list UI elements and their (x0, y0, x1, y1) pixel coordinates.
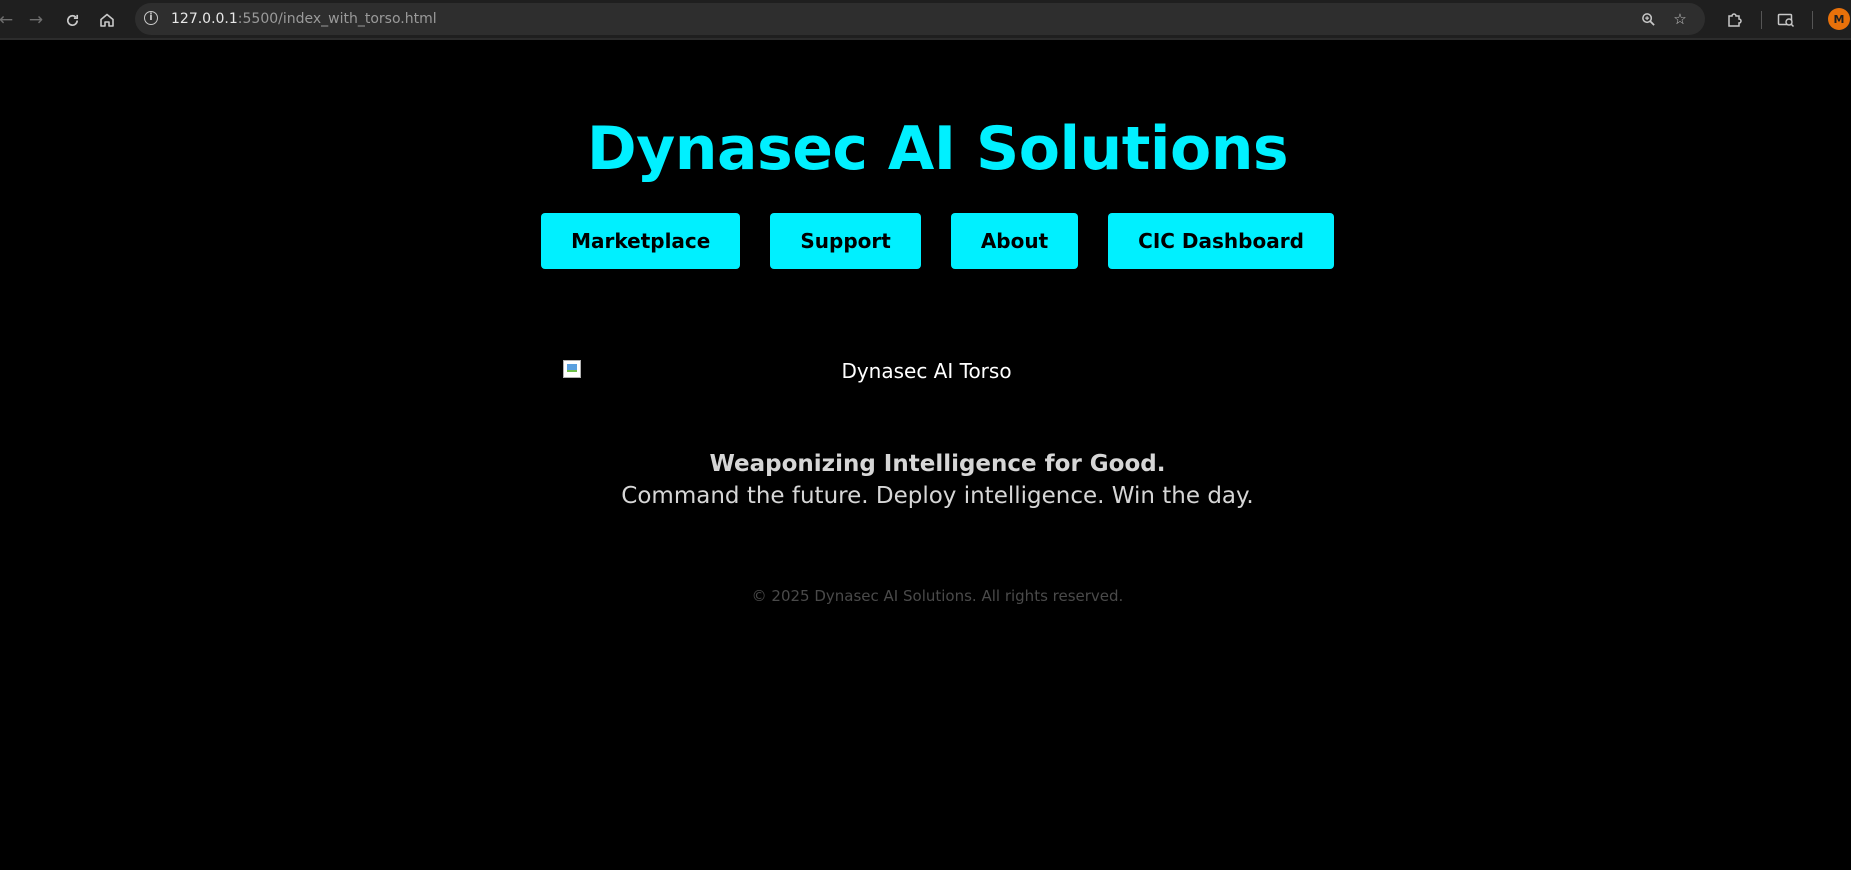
reload-icon[interactable] (60, 8, 84, 32)
media-search-icon[interactable] (1774, 8, 1798, 32)
toolbar-divider (1812, 11, 1813, 29)
star-icon[interactable]: ☆ (1670, 9, 1690, 29)
torso-image-alt: Dynasec AI Torso (841, 359, 1012, 383)
back-icon[interactable]: ← (0, 8, 18, 32)
info-icon[interactable]: i (144, 11, 158, 25)
toolbar-divider (1761, 11, 1762, 29)
puzzle-icon[interactable] (1722, 8, 1746, 32)
url-path: :5500/index_with_torso.html (237, 11, 437, 27)
nav-marketplace-button[interactable]: Marketplace (541, 213, 741, 269)
footer-copyright: © 2025 Dynasec AI Solutions. All rights … (751, 587, 1124, 605)
tagline-headline: Weaponizing Intelligence for Good. (709, 451, 1166, 477)
main-nav: Marketplace Support About CIC Dashboard (0, 213, 1851, 269)
nav-cic-dashboard-button[interactable]: CIC Dashboard (1108, 213, 1334, 269)
url-host: 127.0.0.1 (171, 11, 238, 27)
profile-avatar[interactable]: M (1828, 8, 1850, 30)
home-icon[interactable] (95, 8, 119, 32)
page-body: Dynasec AI Solutions Marketplace Support… (0, 42, 1851, 870)
zoom-icon[interactable] (1638, 9, 1658, 29)
torso-image: Dynasec AI Torso (563, 359, 1290, 389)
browser-toolbar: ← → i 127.0.0.1:5500/index_with_torso.ht… (0, 0, 1851, 40)
address-bar[interactable]: i 127.0.0.1:5500/index_with_torso.html ☆ (135, 3, 1705, 35)
nav-about-button[interactable]: About (950, 213, 1079, 269)
site-title: Dynasec AI Solutions (586, 114, 1289, 184)
tagline: Weaponizing Intelligence for Good. Comma… (0, 448, 1851, 512)
tagline-subtext: Command the future. Deploy intelligence.… (621, 483, 1254, 509)
nav-support-button[interactable]: Support (770, 213, 921, 269)
forward-icon[interactable]: → (24, 8, 48, 32)
url-text[interactable]: 127.0.0.1:5500/index_with_torso.html (171, 11, 437, 27)
